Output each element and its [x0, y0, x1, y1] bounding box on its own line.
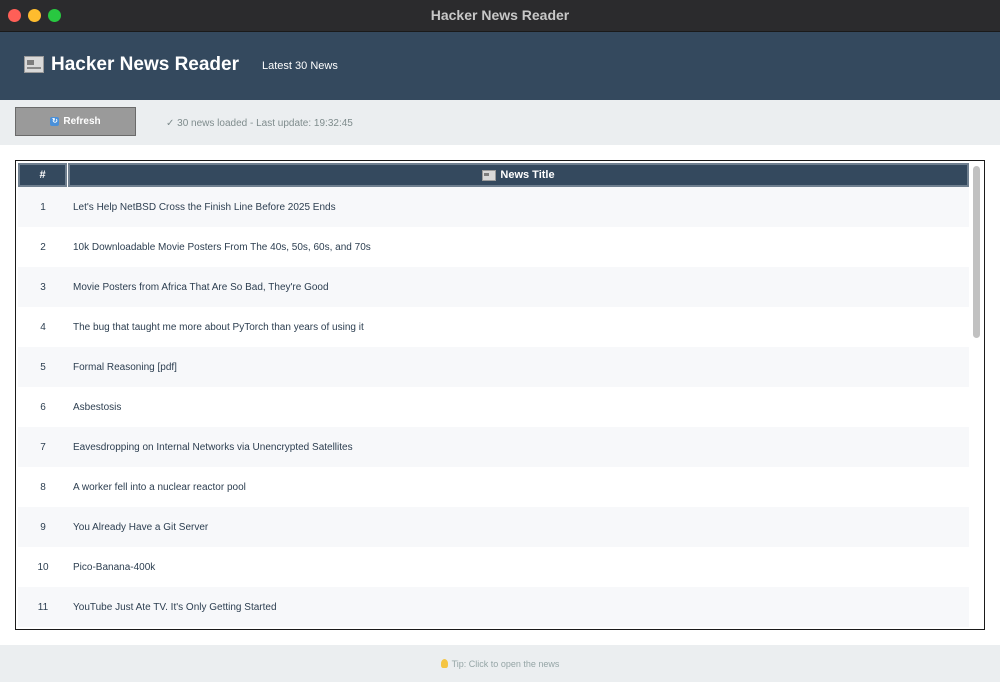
table-header: # News Title — [18, 163, 969, 187]
vertical-scrollbar[interactable] — [971, 163, 983, 629]
refresh-button[interactable]: ↻ Refresh — [15, 107, 136, 136]
row-number: 6 — [40, 401, 46, 413]
table-row[interactable]: 2 10k Downloadable Movie Posters From The… — [18, 227, 969, 267]
table-row[interactable]: 1 Let's Help NetBSD Cross the Finish Line… — [18, 187, 969, 227]
toolbar: ↻ Refresh ✓ 30 news loaded - Last update… — [0, 100, 1000, 145]
column-header-number[interactable]: # — [18, 163, 67, 187]
row-number: 11 — [37, 601, 49, 613]
app-title: Hacker News Reader — [51, 54, 239, 75]
table-row[interactable]: 7 Eavesdropping on Internal Networks via … — [18, 427, 969, 467]
row-number: 1 — [40, 201, 46, 213]
newspaper-icon — [482, 169, 497, 181]
lightbulb-icon — [440, 659, 448, 668]
row-number: 4 — [40, 321, 46, 333]
row-number: 2 — [40, 241, 46, 253]
app-window: Hacker News Reader Hacker News Reader La… — [0, 0, 1000, 682]
table-row[interactable]: 10 Pico-Banana-400k — [18, 547, 969, 587]
footer-tip: Tip: Click to open the news — [451, 658, 560, 669]
news-title[interactable]: Movie Posters from Africa That Are So Ba… — [68, 282, 329, 293]
news-title[interactable]: You Already Have a Git Server — [68, 522, 208, 533]
refresh-button-label: Refresh — [63, 116, 101, 127]
app-header: Hacker News Reader Latest 30 News — [0, 32, 1000, 100]
news-title[interactable]: The bug that taught me more about PyTorc… — [68, 322, 364, 333]
row-number: 8 — [40, 481, 46, 493]
row-number: 10 — [37, 561, 49, 573]
window-title: Hacker News Reader — [430, 7, 570, 23]
newspaper-icon — [24, 56, 44, 73]
app-subtitle: Latest 30 News — [262, 60, 338, 72]
column-header-title[interactable]: News Title — [68, 163, 969, 187]
refresh-icon: ↻ — [50, 117, 60, 126]
table-row[interactable]: 9 You Already Have a Git Server — [18, 507, 969, 547]
news-title[interactable]: Let's Help NetBSD Cross the Finish Line … — [68, 202, 336, 213]
news-title[interactable]: A worker fell into a nuclear reactor poo… — [68, 482, 246, 493]
column-header-number-label: # — [39, 169, 46, 181]
row-number: 9 — [40, 521, 46, 533]
column-header-title-label: News Title — [500, 169, 555, 181]
title-bar: Hacker News Reader — [0, 0, 1000, 32]
table-row[interactable]: 6 Asbestosis — [18, 387, 969, 427]
row-number: 5 — [40, 361, 46, 373]
row-number: 3 — [40, 281, 46, 293]
news-table: # News Title 1 Let's Help NetBSD Cross th… — [15, 160, 985, 630]
table-body: 1 Let's Help NetBSD Cross the Finish Line… — [18, 187, 969, 627]
table-row[interactable]: 5 Formal Reasoning [pdf] — [18, 347, 969, 387]
news-title[interactable]: Eavesdropping on Internal Networks via U… — [68, 442, 353, 453]
news-title[interactable]: YouTube Just Ate TV. It's Only Getting S… — [68, 602, 277, 613]
table-row[interactable]: 8 A worker fell into a nuclear reactor po… — [18, 467, 969, 507]
news-title[interactable]: Asbestosis — [68, 402, 121, 413]
row-number: 7 — [40, 441, 46, 453]
table-row[interactable]: 11 YouTube Just Ate TV. It's Only Getting… — [18, 587, 969, 627]
table-row[interactable]: 3 Movie Posters from Africa That Are So B… — [18, 267, 969, 307]
table-row[interactable]: 4 The bug that taught me more about PyTor… — [18, 307, 969, 347]
news-title[interactable]: Formal Reasoning [pdf] — [68, 362, 177, 373]
scrollbar-thumb[interactable] — [973, 166, 980, 338]
status-text: ✓ 30 news loaded - Last update: 19:32:45 — [166, 118, 353, 129]
news-title[interactable]: Pico-Banana-400k — [68, 562, 155, 573]
news-title[interactable]: 10k Downloadable Movie Posters From The … — [68, 242, 371, 253]
footer: Tip: Click to open the news — [0, 645, 1000, 682]
